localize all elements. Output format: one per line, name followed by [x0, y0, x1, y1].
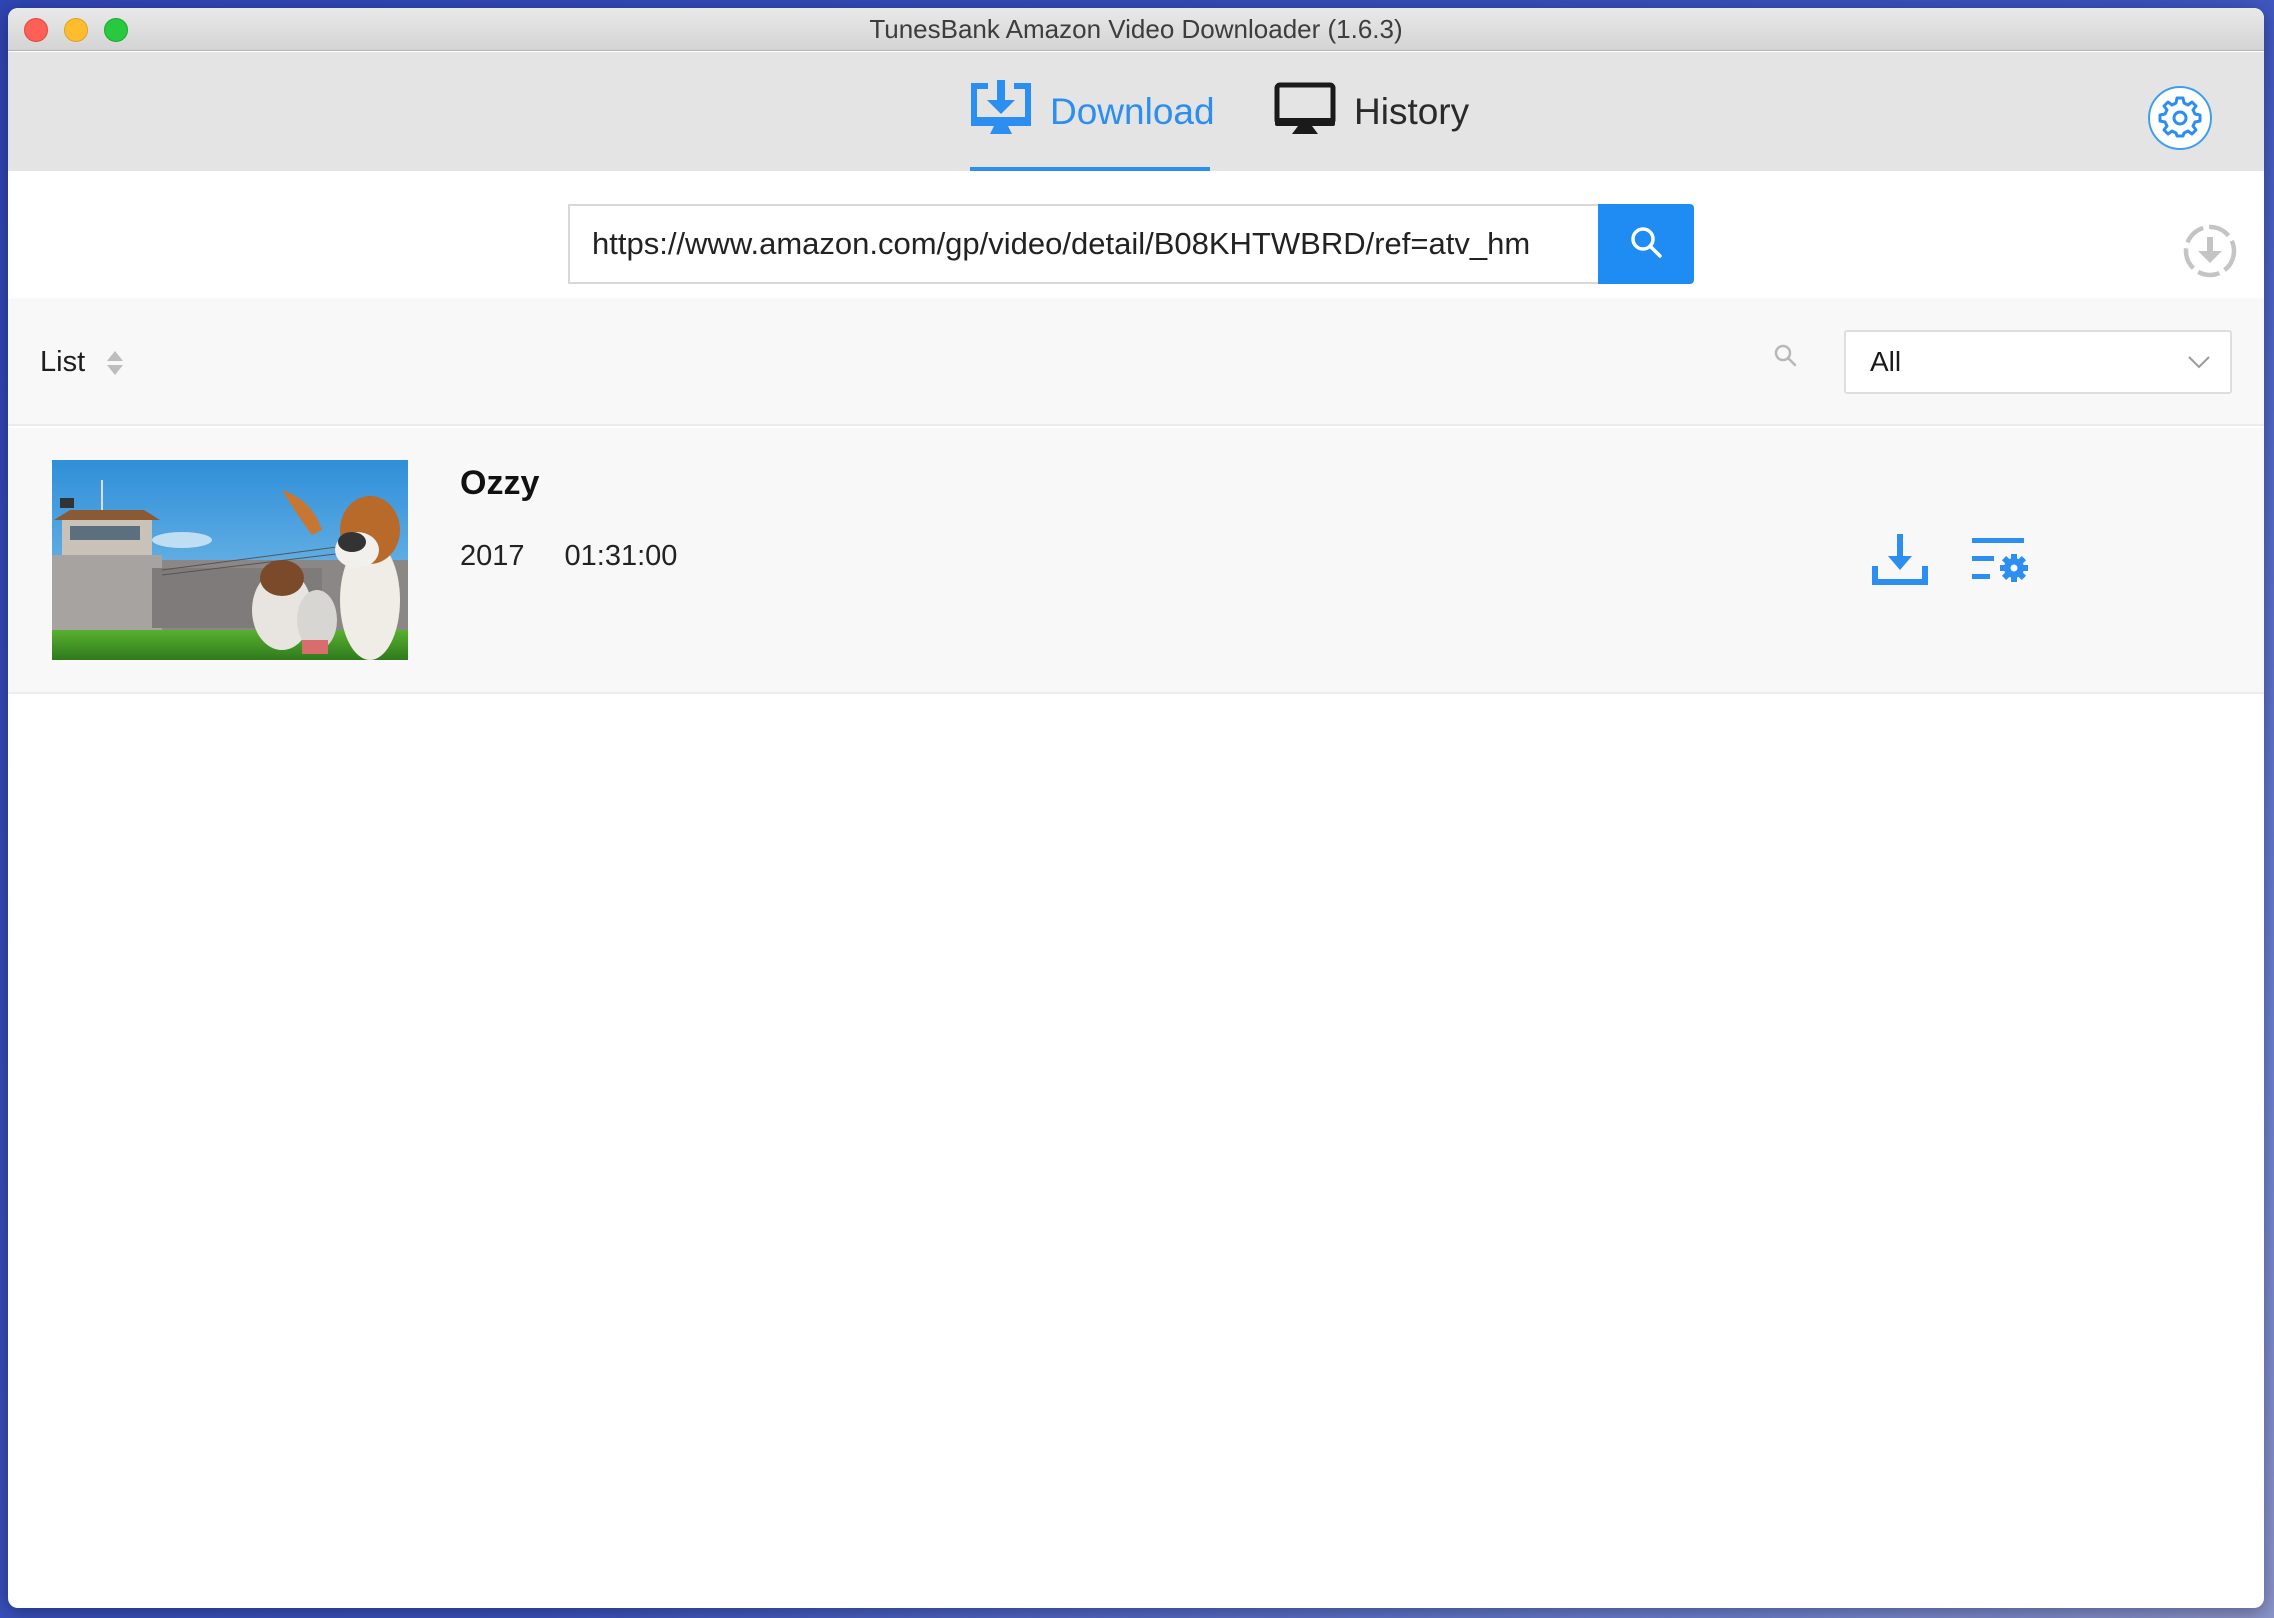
- tab-download[interactable]: Download: [970, 52, 1215, 171]
- search-button[interactable]: [1598, 204, 1694, 284]
- gear-icon: [2158, 94, 2202, 143]
- download-icon: [1872, 534, 1928, 585]
- list-header: List All: [8, 298, 2264, 426]
- sort-button[interactable]: [106, 350, 124, 376]
- download-video-button[interactable]: [1870, 532, 1930, 588]
- title-bar: TunesBank Amazon Video Downloader (1.6.3…: [8, 8, 2264, 51]
- download-queue-icon: [2182, 224, 2238, 283]
- search-icon: [1774, 344, 1797, 367]
- tab-download-label: Download: [1050, 90, 1215, 132]
- chevron-down-icon: [2188, 356, 2210, 369]
- video-duration: 01:31:00: [564, 540, 678, 572]
- video-meta: 2017 01:31:00: [460, 540, 677, 573]
- download-queue-button[interactable]: [2182, 223, 2238, 279]
- app-window: TunesBank Amazon Video Downloader (1.6.3…: [8, 8, 2264, 1608]
- settings-button[interactable]: [2148, 86, 2212, 150]
- url-input[interactable]: [568, 204, 1600, 284]
- filter-selected-value: All: [1870, 346, 1902, 377]
- video-title: Ozzy: [460, 464, 540, 502]
- filter-search-button[interactable]: [1772, 342, 1800, 370]
- search-icon: [1629, 225, 1663, 264]
- window-title: TunesBank Amazon Video Downloader (1.6.3…: [869, 14, 1403, 44]
- monitor-download-icon: [970, 80, 1032, 143]
- video-list-item: Ozzy 2017 01:31:00: [8, 428, 2264, 694]
- main-toolbar: Download History: [8, 52, 2264, 171]
- tab-history[interactable]: History: [1274, 52, 1469, 171]
- filter-dropdown[interactable]: All: [1844, 330, 2232, 394]
- tab-history-label: History: [1354, 90, 1470, 132]
- download-settings-button[interactable]: [1970, 534, 2034, 586]
- video-thumbnail: [52, 460, 408, 660]
- download-settings-icon: [1972, 538, 2028, 582]
- video-year: 2017: [460, 540, 525, 572]
- monitor-icon: [1274, 82, 1336, 141]
- url-search-area: [8, 171, 2264, 298]
- list-label: List: [40, 346, 86, 378]
- sort-icon: [107, 351, 123, 375]
